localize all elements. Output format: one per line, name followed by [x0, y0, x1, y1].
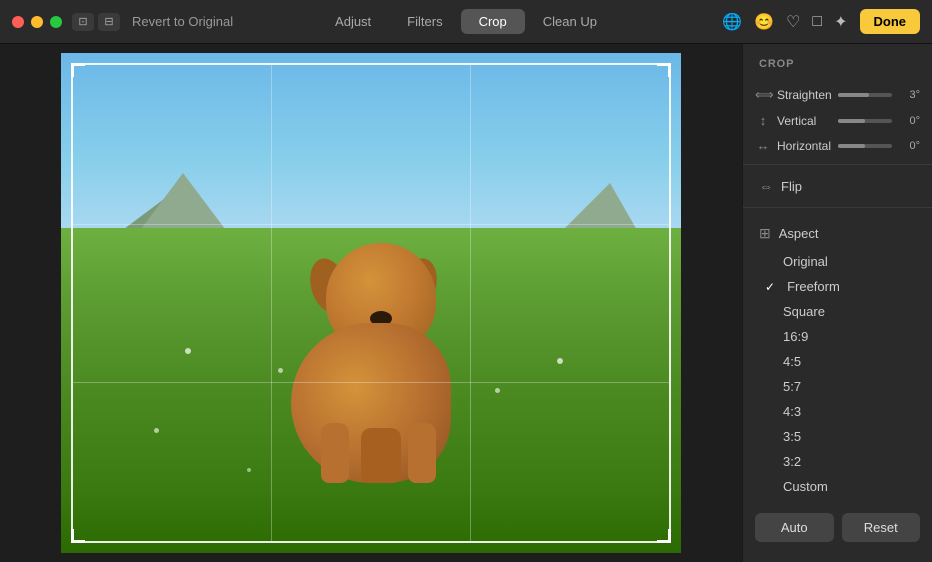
horizontal-fill	[838, 144, 865, 148]
dog-leg1	[321, 423, 349, 483]
aspect-item-original[interactable]: Original	[743, 249, 932, 274]
vertical-label: Vertical	[777, 114, 832, 128]
heart-icon[interactable]: ♡	[786, 12, 800, 32]
aspect-item-32[interactable]: 3:2	[743, 449, 932, 474]
dog-leg4	[408, 423, 436, 483]
reset-button[interactable]: Reset	[842, 513, 921, 542]
aspect-original-label: Original	[783, 254, 828, 269]
view-toggle-1[interactable]: ⊡	[72, 13, 94, 31]
aspect-45-label: 4:5	[783, 354, 801, 369]
horizontal-label: Horizontal	[777, 139, 832, 153]
more-icon[interactable]: ✦	[834, 12, 847, 32]
flip-button[interactable]: ⇔ Flip	[743, 171, 932, 201]
aspect-section: ⊞ Aspect Original Freeform Square 16:9 4…	[743, 214, 932, 499]
vertical-slider[interactable]	[838, 119, 893, 123]
flip-label: Flip	[781, 179, 802, 194]
emoji-icon[interactable]: 😊	[754, 12, 774, 32]
panel-bottom: Auto Reset	[743, 503, 932, 552]
divider-1	[743, 164, 932, 165]
horizontal-icon: ↔	[755, 138, 771, 153]
minimize-button[interactable]	[31, 16, 43, 28]
tab-crop[interactable]: Crop	[461, 9, 525, 34]
aspect-freeform-label: Freeform	[787, 279, 840, 294]
titlebar: ⊡ ⊟ Revert to Original Adjust Filters Cr…	[0, 0, 932, 44]
aspect-square-label: Square	[783, 304, 825, 319]
divider-2	[743, 207, 932, 208]
tab-cleanup[interactable]: Clean Up	[525, 9, 615, 34]
window-controls: ⊡ ⊟	[72, 13, 120, 31]
traffic-lights	[12, 16, 62, 28]
straighten-row: ⟺ Straighten 3°	[743, 82, 932, 108]
horizontal-value: 0°	[898, 140, 920, 152]
flip-icon: ⇔	[759, 178, 773, 194]
aspect-32-label: 3:2	[783, 454, 801, 469]
dog-leg3	[373, 428, 401, 483]
aspect-item-45[interactable]: 4:5	[743, 349, 932, 374]
aspect-169-label: 16:9	[783, 329, 808, 344]
globe-icon[interactable]: 🌐	[722, 12, 742, 32]
vertical-fill	[838, 119, 865, 123]
straighten-icon: ⟺	[755, 87, 771, 103]
nav-tabs: Adjust Filters Crop Clean Up	[317, 9, 615, 34]
view-toggle-2[interactable]: ⊟	[98, 13, 120, 31]
aspect-43-label: 4:3	[783, 404, 801, 419]
tab-filters[interactable]: Filters	[389, 9, 460, 34]
close-button[interactable]	[12, 16, 24, 28]
aspect-icon: ⊞	[759, 225, 771, 242]
revert-button[interactable]: Revert to Original	[132, 14, 233, 29]
horizontal-slider[interactable]	[838, 144, 893, 148]
aspect-57-label: 5:7	[783, 379, 801, 394]
aspect-item-freeform[interactable]: Freeform	[743, 274, 932, 299]
aspect-item-43[interactable]: 4:3	[743, 399, 932, 424]
panel-title: CROP	[743, 58, 932, 82]
straighten-slider[interactable]	[838, 93, 892, 97]
aspect-header: ⊞ Aspect	[743, 218, 932, 249]
share-icon[interactable]: □	[812, 13, 822, 31]
main-content: CROP ⟺ Straighten 3° ↕ Vertical 0° ↔ Hor…	[0, 44, 932, 562]
dog-body	[291, 323, 451, 483]
maximize-button[interactable]	[50, 16, 62, 28]
aspect-item-35[interactable]: 3:5	[743, 424, 932, 449]
vertical-row: ↕ Vertical 0°	[743, 108, 932, 133]
aspect-35-label: 3:5	[783, 429, 801, 444]
image-area	[0, 44, 742, 562]
aspect-item-square[interactable]: Square	[743, 299, 932, 324]
photo	[61, 53, 681, 553]
aspect-custom-label: Custom	[783, 479, 828, 494]
aspect-item-169[interactable]: 16:9	[743, 324, 932, 349]
horizontal-row: ↔ Horizontal 0°	[743, 133, 932, 158]
right-panel: CROP ⟺ Straighten 3° ↕ Vertical 0° ↔ Hor…	[742, 44, 932, 562]
toolbar-right: 🌐 😊 ♡ □ ✦ Done	[722, 9, 920, 34]
straighten-fill	[838, 93, 869, 97]
dog	[271, 223, 471, 503]
vertical-value: 0°	[898, 115, 920, 127]
straighten-value: 3°	[898, 89, 920, 101]
straighten-label: Straighten	[777, 88, 832, 102]
vertical-icon: ↕	[755, 113, 771, 128]
auto-button[interactable]: Auto	[755, 513, 834, 542]
aspect-item-custom[interactable]: Custom	[743, 474, 932, 499]
aspect-label: Aspect	[779, 226, 819, 241]
aspect-item-57[interactable]: 5:7	[743, 374, 932, 399]
tab-adjust[interactable]: Adjust	[317, 9, 389, 34]
photo-container[interactable]	[61, 53, 681, 553]
done-button[interactable]: Done	[860, 9, 921, 34]
